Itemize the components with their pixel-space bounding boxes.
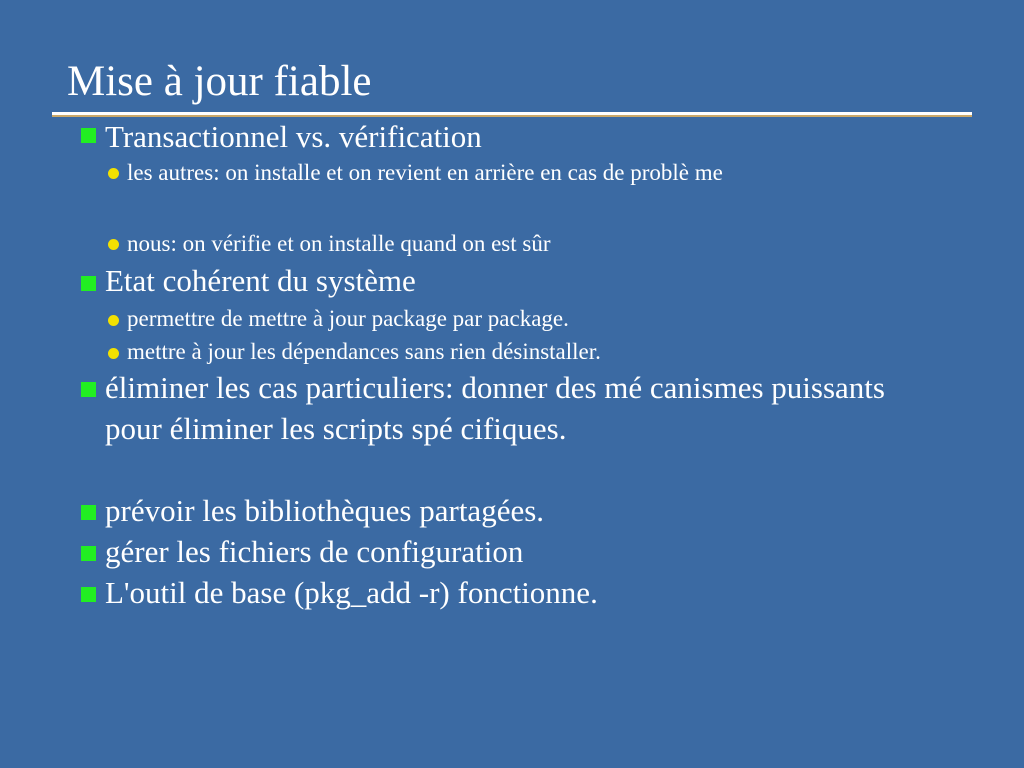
slide-title: Mise à jour fiable xyxy=(67,58,372,105)
bullet-square-icon xyxy=(81,382,96,397)
bullet-square-icon xyxy=(81,587,96,602)
bullet-item-5: gérer les fichiers de configuration xyxy=(105,534,524,569)
bullet-square-icon xyxy=(81,128,96,143)
bullet-dot-icon xyxy=(108,168,119,179)
bullet-item-2: Etat cohérent du système xyxy=(105,263,416,298)
bullet-item-6: L'outil de base (pkg_add -r) fonctionne. xyxy=(105,575,598,610)
bullet-square-icon xyxy=(81,546,96,561)
bullet-item-3: éliminer les cas particuliers: donner de… xyxy=(105,370,885,446)
sub-bullet-item-2-2: mettre à jour les dépendances sans rien … xyxy=(127,339,601,364)
slide: Mise à jour fiable Transactionnel vs. vé… xyxy=(0,0,1024,768)
bullet-square-icon xyxy=(81,505,96,520)
sub-bullet-item-2-1: permettre de mettre à jour package par p… xyxy=(127,306,569,331)
bullet-dot-icon xyxy=(108,348,119,359)
bullet-square-icon xyxy=(81,276,96,291)
bullet-dot-icon xyxy=(108,315,119,326)
sub-bullet-item-1-1: les autres: on installe et on revient en… xyxy=(127,160,723,185)
bullet-item-4: prévoir les bibliothèques partagées. xyxy=(105,493,545,528)
bullet-item-1: Transactionnel vs. vérification xyxy=(105,119,482,154)
bullet-dot-icon xyxy=(108,239,119,250)
sub-bullet-item-1-2: nous: on vérifie et on installe quand on… xyxy=(127,231,551,256)
